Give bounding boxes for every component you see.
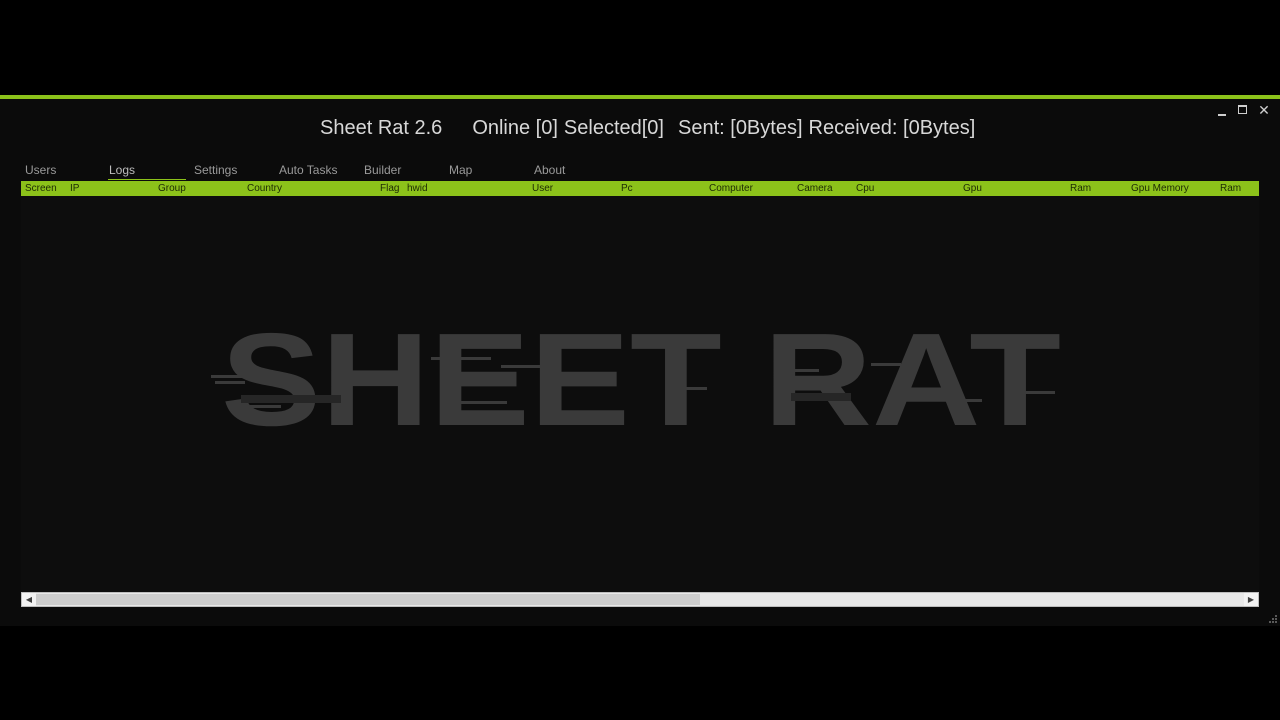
column-header-gpu[interactable]: Gpu bbox=[963, 181, 982, 196]
column-header-camera[interactable]: Camera bbox=[797, 181, 833, 196]
app-name: Sheet Rat 2.6 bbox=[320, 117, 443, 139]
horizontal-scrollbar[interactable]: ◀ ▶ bbox=[21, 592, 1259, 607]
resize-grip-icon[interactable] bbox=[1266, 612, 1278, 624]
tab-about[interactable]: About bbox=[531, 159, 613, 181]
tab-builder[interactable]: Builder bbox=[361, 159, 443, 181]
column-header-hwid[interactable]: hwid bbox=[407, 181, 428, 196]
column-header-computer[interactable]: Computer bbox=[709, 181, 753, 196]
users-grid[interactable]: Screen IP Group Country Flag hwid User P… bbox=[21, 181, 1259, 606]
main-window: Sheet Rat 2.6 Online [0] Selected[0] Sent: … bbox=[0, 95, 1280, 626]
grid-header: Screen IP Group Country Flag hwid User P… bbox=[21, 181, 1259, 196]
column-header-user[interactable]: User bbox=[532, 181, 553, 196]
tab-auto-tasks[interactable]: Auto Tasks bbox=[276, 159, 358, 181]
scroll-thumb[interactable] bbox=[36, 594, 700, 605]
title-text: Sheet Rat 2.6 Online [0] Selected[0] Sent: … bbox=[320, 117, 989, 140]
column-header-group[interactable]: Group bbox=[158, 181, 186, 196]
column-header-country[interactable]: Country bbox=[247, 181, 282, 196]
maximize-button[interactable] bbox=[1232, 101, 1252, 119]
column-header-cpu[interactable]: Cpu bbox=[856, 181, 874, 196]
scroll-right-button[interactable]: ▶ bbox=[1244, 593, 1258, 606]
active-tab-indicator bbox=[108, 179, 186, 180]
minimize-icon bbox=[1218, 114, 1226, 116]
column-header-ram-2[interactable]: Ram bbox=[1220, 181, 1241, 196]
tab-settings[interactable]: Settings bbox=[191, 159, 273, 181]
column-header-screen[interactable]: Screen bbox=[25, 181, 57, 196]
tab-users[interactable]: Users bbox=[22, 159, 102, 181]
minimize-button[interactable] bbox=[1212, 101, 1232, 119]
tab-strip: Users Logs Settings Auto Tasks Builder M… bbox=[22, 159, 1262, 181]
close-button[interactable]: ✕ bbox=[1254, 101, 1274, 119]
scroll-left-arrow-icon: ◀ bbox=[25, 595, 33, 604]
close-icon: ✕ bbox=[1258, 102, 1270, 118]
sent-bytes: Sent: [0Bytes] bbox=[678, 117, 803, 139]
scroll-right-arrow-icon: ▶ bbox=[1247, 595, 1255, 604]
scroll-left-button[interactable]: ◀ bbox=[22, 593, 36, 606]
column-header-ip[interactable]: IP bbox=[70, 181, 79, 196]
received-bytes: Received: [0Bytes] bbox=[808, 117, 976, 139]
column-header-flag[interactable]: Flag bbox=[380, 181, 399, 196]
column-header-ram[interactable]: Ram bbox=[1070, 181, 1091, 196]
selected-count: Selected[0] bbox=[563, 117, 664, 139]
tab-map[interactable]: Map bbox=[446, 159, 528, 181]
column-header-gpu-memory[interactable]: Gpu Memory bbox=[1131, 181, 1189, 196]
tab-logs[interactable]: Logs bbox=[106, 159, 188, 181]
online-count: Online [0] bbox=[472, 117, 558, 139]
column-header-pc[interactable]: Pc bbox=[621, 181, 633, 196]
title-bar: Sheet Rat 2.6 Online [0] Selected[0] Sent: … bbox=[0, 99, 1280, 159]
sheet-rat-watermark-logo: SHEET RAT bbox=[211, 306, 1061, 431]
maximize-icon bbox=[1237, 105, 1247, 114]
watermark-text: SHEET RAT bbox=[221, 306, 1061, 431]
